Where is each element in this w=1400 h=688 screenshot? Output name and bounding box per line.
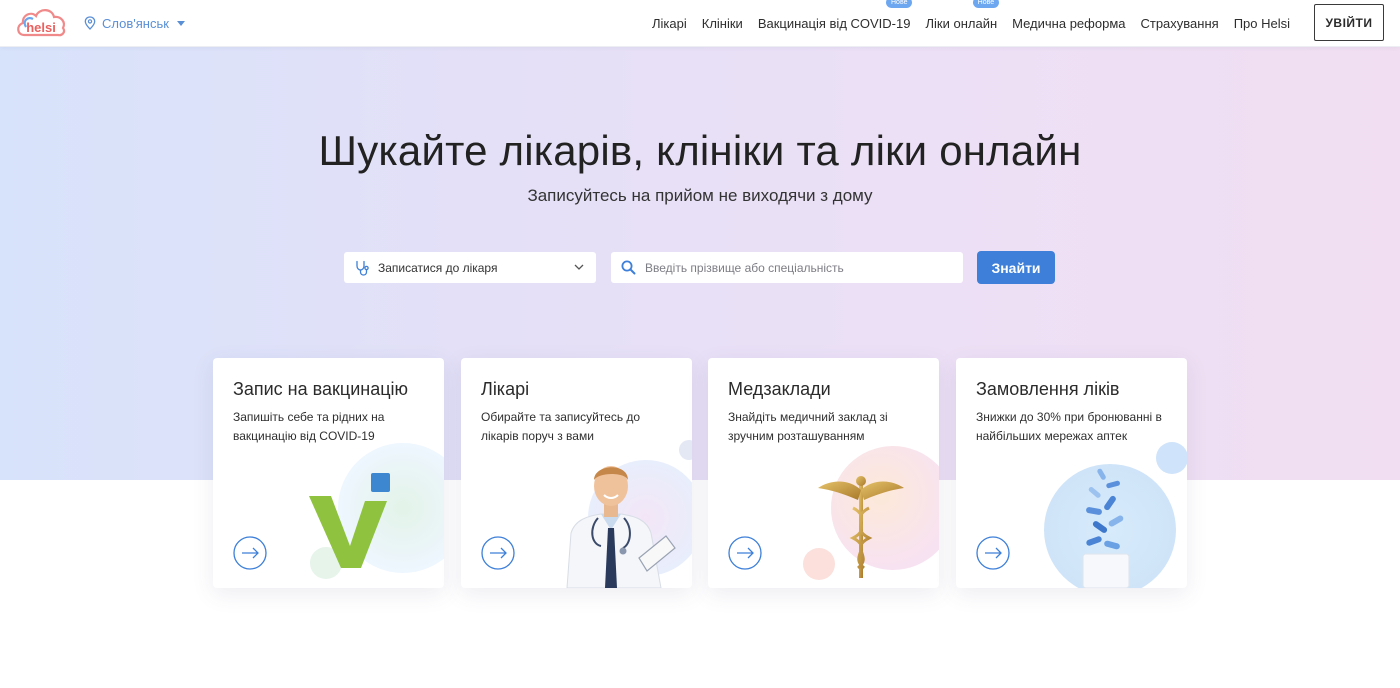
cloud-logo-icon: helsi [17, 9, 66, 37]
logo-text: helsi [26, 20, 56, 35]
search-type-value: Записатися до лікаря [378, 260, 498, 275]
card-medicine-orders[interactable]: Замовлення ліків Знижки до 30% при броню… [956, 358, 1187, 588]
hero-subtitle: Записуйтесь на прийом не виходячи з дому [527, 186, 873, 205]
nav-insurance[interactable]: Страхування [1140, 16, 1218, 31]
city-name: Слов'янськ [102, 15, 169, 31]
arrow-right-icon[interactable] [481, 536, 515, 570]
card-description: Знижки до 30% при бронюванні в найбільши… [976, 410, 1162, 443]
hero-section: Шукайте лікарів, клініки та ліки онлайн … [0, 47, 1400, 480]
search-type-select[interactable]: Записатися до лікаря [344, 252, 596, 283]
main-nav: Лікарі Клініки Вакцинація від COVID-19 Но… [652, 0, 1290, 47]
hero-title: Шукайте лікарів, клініки та ліки онлайн [318, 127, 1082, 174]
nav-clinics-label: Клініки [701, 16, 743, 31]
nav-covid-vaccination-label: Вакцинація від COVID-19 [757, 16, 911, 31]
search-field-wrapper [611, 252, 963, 283]
stethoscope-icon [356, 260, 369, 276]
search-icon [621, 260, 636, 275]
card-title: Запис на вакцинацію [233, 379, 409, 399]
helsi-logo[interactable]: helsi [14, 5, 68, 41]
new-badge: Нове [972, 0, 1000, 8]
chevron-down-icon [574, 264, 584, 270]
nav-about-helsi[interactable]: Про Helsi [1234, 16, 1290, 31]
card-description: Запишіть себе та рідних на вакцинацію ві… [233, 410, 385, 443]
nav-clinics[interactable]: Клініки [702, 16, 743, 31]
top-header: helsi Слов'янськ Лікарі Клініки Вакцинац… [0, 0, 1400, 47]
new-badge: Нове [886, 0, 913, 8]
card-vaccination[interactable]: Запис на вакцинацію Запишіть себе та рід… [213, 358, 444, 588]
nav-doctors-label: Лікарі [652, 16, 687, 31]
card-title: Лікарі [481, 379, 530, 399]
nav-medical-reform-label: Медична реформа [1012, 16, 1126, 31]
nav-doctors[interactable]: Лікарі [652, 16, 687, 31]
card-description: Знайдіть медичний заклад зі зручним розт… [728, 410, 888, 443]
city-selector[interactable]: Слов'янськ [84, 14, 185, 32]
location-pin-icon [84, 16, 96, 30]
nav-covid-vaccination[interactable]: Вакцинація від COVID-19 Нове [757, 0, 913, 31]
nav-medicines-online-label: Ліки онлайн [925, 16, 998, 31]
arrow-right-icon[interactable] [976, 536, 1010, 570]
find-button[interactable]: Знайти [977, 251, 1055, 284]
card-title: Медзаклади [728, 379, 831, 399]
arrow-right-icon[interactable] [233, 536, 267, 570]
nav-medical-reform[interactable]: Медична реформа [1012, 16, 1125, 31]
nav-medicines-online[interactable]: Ліки онлайн Нове [925, 0, 1000, 31]
card-medical-institutions[interactable]: Медзаклади Знайдіть медичний заклад зі з… [708, 358, 939, 588]
caret-down-icon [176, 20, 185, 26]
nav-insurance-label: Страхування [1140, 16, 1219, 31]
nav-about-helsi-label: Про Helsi [1233, 16, 1290, 31]
card-title: Замовлення ліків [976, 379, 1120, 399]
login-button[interactable]: УВІЙТИ [1314, 4, 1384, 41]
arrow-right-icon[interactable] [728, 536, 762, 570]
card-description: Обирайте та записуйтесь до лікарів поруч… [481, 410, 641, 443]
card-doctors[interactable]: Лікарі Обирайте та записуйтесь до лікарі… [461, 358, 692, 588]
search-input[interactable] [645, 260, 945, 275]
